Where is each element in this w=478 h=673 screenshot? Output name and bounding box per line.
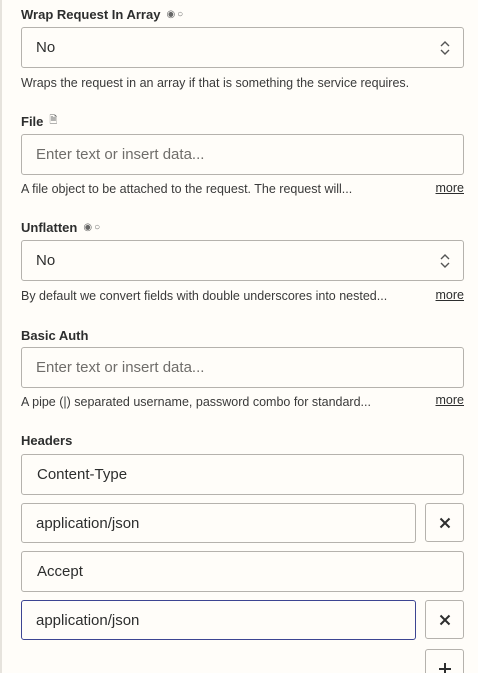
radio-toggle-icon: ◉○ <box>83 221 103 233</box>
unflatten-help: By default we convert fields with double… <box>21 289 388 303</box>
header-value-text: application/json <box>36 514 140 532</box>
remove-header-button[interactable] <box>425 503 464 542</box>
basic-auth-placeholder: Enter text or insert data... <box>36 359 205 376</box>
header-key-input[interactable]: Content-Type <box>21 454 464 495</box>
headers-label-text: Headers <box>21 432 73 448</box>
wrap-request-help: Wraps the request in an array if that is… <box>21 76 410 90</box>
close-icon <box>439 614 450 625</box>
unflatten-value: No <box>36 252 56 269</box>
headers-label: Headers <box>21 432 72 448</box>
wrap-request-select[interactable]: No <box>21 27 464 68</box>
file-label: File 🗎 <box>21 113 59 129</box>
file-more-link[interactable]: more <box>436 181 464 195</box>
basic-auth-label-text: Basic Auth <box>21 327 89 343</box>
select-chevron-icon <box>440 254 450 268</box>
left-divider <box>0 0 2 673</box>
unflatten-label: Unflatten ◉○ <box>21 219 102 235</box>
wrap-request-label-text: Wrap Request In Array <box>21 6 161 22</box>
header-value-input[interactable]: application/json <box>21 503 416 543</box>
select-chevron-icon <box>440 41 450 55</box>
close-icon <box>439 517 450 528</box>
file-help: A file object to be attached to the requ… <box>21 182 353 196</box>
add-header-button[interactable] <box>425 649 464 673</box>
unflatten-label-text: Unflatten <box>21 219 78 235</box>
file-placeholder: Enter text or insert data... <box>36 146 205 163</box>
header-key-input[interactable]: Accept <box>21 551 464 592</box>
plus-icon <box>438 662 451 673</box>
header-value-text: application/json <box>36 611 140 629</box>
file-label-text: File <box>21 113 44 129</box>
unflatten-more-link[interactable]: more <box>436 288 464 302</box>
basic-auth-input[interactable]: Enter text or insert data... <box>21 347 464 388</box>
header-key-value: Accept <box>37 563 83 580</box>
wrap-request-value: No <box>36 39 56 56</box>
header-key-value: Content-Type <box>37 466 128 483</box>
document-icon: 🗎 <box>49 114 60 126</box>
unflatten-select[interactable]: No <box>21 240 464 281</box>
basic-auth-more-link[interactable]: more <box>436 393 464 407</box>
remove-header-button[interactable] <box>425 600 464 639</box>
file-input[interactable]: Enter text or insert data... <box>21 134 464 175</box>
basic-auth-help: A pipe (|) separated username, password … <box>21 395 371 409</box>
radio-toggle-icon: ◉○ <box>166 8 186 20</box>
wrap-request-label: Wrap Request In Array ◉○ <box>21 6 185 22</box>
basic-auth-label: Basic Auth <box>21 327 88 343</box>
header-value-input[interactable]: application/json <box>21 600 416 640</box>
